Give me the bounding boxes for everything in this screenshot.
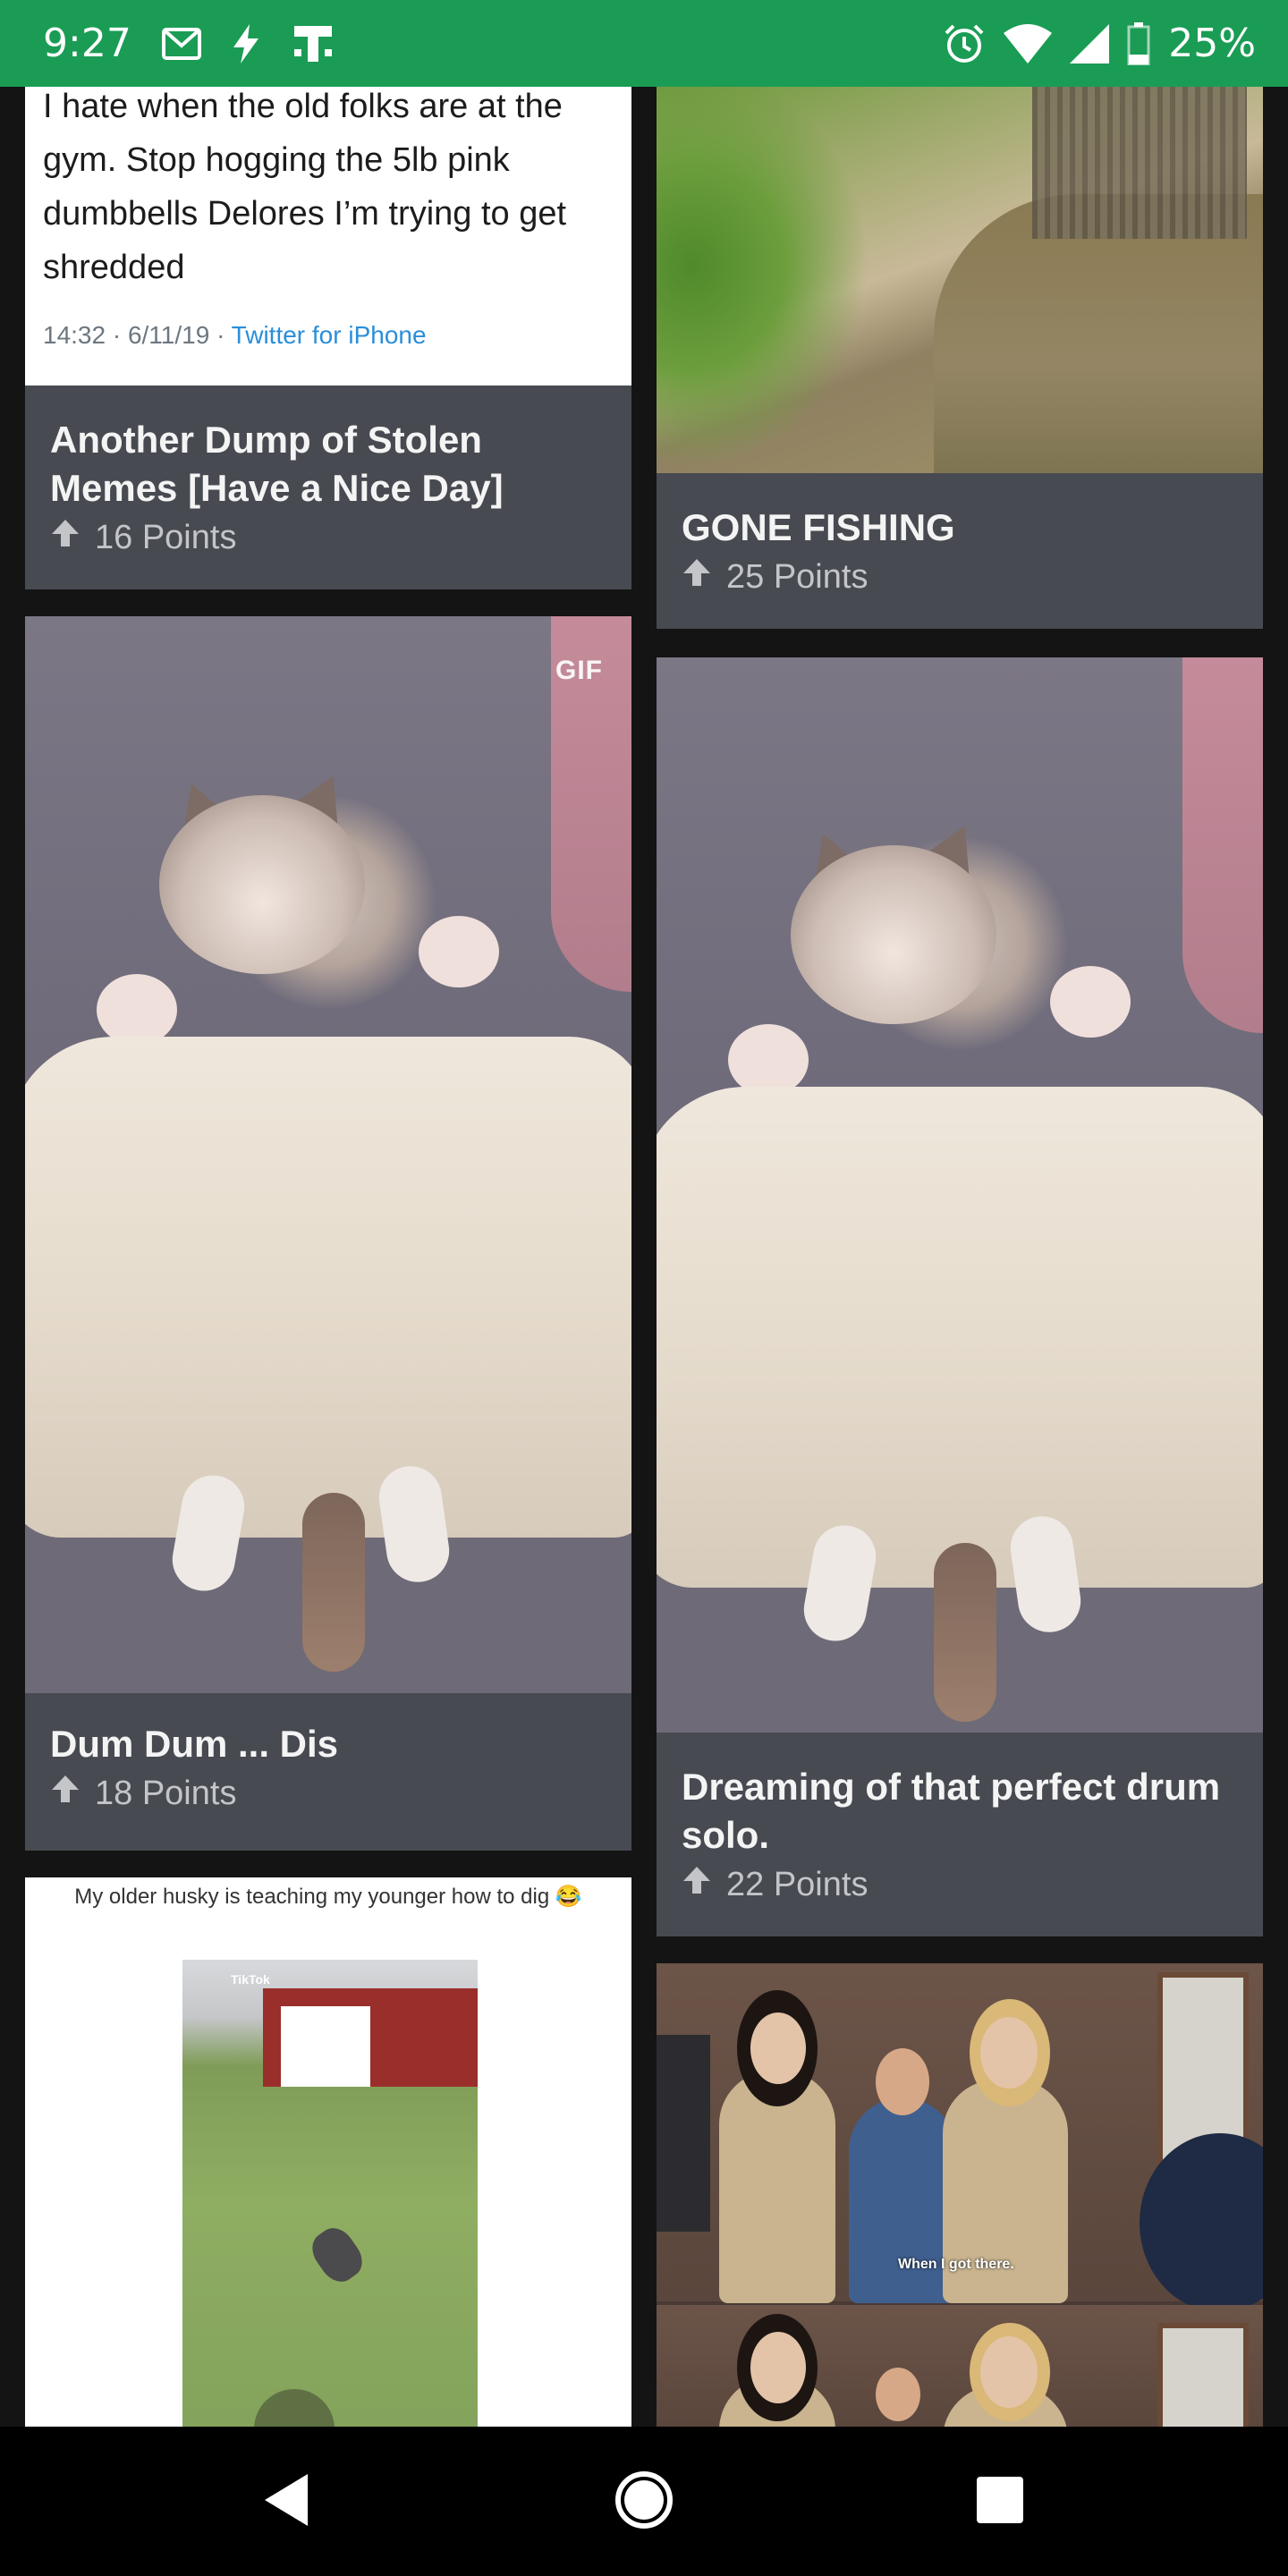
wifi-icon — [1004, 23, 1053, 64]
post-title[interactable]: Another Dump of Stolen Memes [Have a Nic… — [50, 416, 606, 513]
comic-panel-2 — [657, 2305, 1263, 2427]
post-image-gif[interactable]: GIF — [25, 616, 631, 1693]
kitten-paw — [728, 1024, 809, 1096]
monitor — [657, 2035, 710, 2232]
post-meta: Dreaming of that perfect drum solo. 22 P… — [657, 1733, 1263, 1936]
post-meta: GONE FISHING 25 Points — [657, 473, 1263, 629]
tweet-source: Twitter for iPhone — [231, 321, 427, 349]
upvote-arrow-icon[interactable] — [50, 1774, 80, 1813]
tweet-timestamp: 14:32 · 6/11/19 · — [43, 321, 232, 349]
bolt-icon — [232, 23, 260, 64]
recents-button[interactable] — [964, 2466, 1036, 2538]
husky-caption: My older husky is teaching my younger ho… — [74, 1885, 582, 1909]
post-card[interactable]: I hate when the old folks are at the gym… — [25, 87, 631, 589]
post-feed[interactable]: I hate when the old folks are at the gym… — [0, 87, 1288, 2427]
husky-dog — [304, 2221, 370, 2289]
post-image[interactable] — [657, 87, 1263, 473]
back-button[interactable] — [250, 2466, 322, 2538]
post-card[interactable]: When I got there. — [657, 1963, 1263, 2427]
post-card[interactable]: Dreaming of that perfect drum solo. 22 P… — [657, 657, 1263, 1936]
tweet-screenshot: I hate when the old folks are at the gym… — [25, 87, 631, 386]
post-image[interactable]: My older husky is teaching my younger ho… — [25, 1877, 631, 2427]
tiktok-watermark: TikTok — [231, 1972, 270, 1987]
grass — [657, 87, 943, 473]
comic-panel-1: When I got there. — [657, 1963, 1263, 2312]
head — [876, 2368, 920, 2421]
pink-pillow — [1182, 657, 1263, 1033]
system-nav-bar — [0, 2427, 1288, 2576]
dog-shadow — [254, 2389, 335, 2427]
kitten-paw — [419, 916, 499, 987]
kitten-tail — [934, 1543, 996, 1722]
post-title[interactable]: Dum Dum ... Dis — [50, 1720, 606, 1768]
tweet-meta: 14:32 · 6/11/19 · Twitter for iPhone — [43, 321, 427, 350]
points-count: 22 Points — [726, 1865, 869, 1903]
post-points: 25 Points — [682, 557, 1238, 597]
post-title[interactable]: Dreaming of that perfect drum solo. — [682, 1763, 1238, 1860]
blanket — [25, 1037, 631, 1538]
battery-icon — [1127, 21, 1150, 65]
gif-badge: GIF — [555, 656, 603, 685]
gmail-icon — [161, 27, 201, 60]
post-card[interactable]: GIF Dum Dum ... Dis 18 Points — [25, 616, 631, 1851]
head — [980, 2017, 1038, 2089]
blanket — [657, 1087, 1263, 1588]
post-image[interactable]: When I got there. — [657, 1963, 1263, 2427]
post-meta: Another Dump of Stolen Memes [Have a Nic… — [25, 386, 631, 589]
kitten-paw — [97, 974, 177, 1046]
head — [750, 2012, 806, 2084]
fish-trap — [1032, 87, 1247, 239]
upvote-arrow-icon[interactable] — [50, 518, 80, 557]
home-button[interactable] — [608, 2466, 680, 2538]
post-title[interactable]: GONE FISHING — [682, 504, 1238, 552]
points-count: 16 Points — [95, 518, 237, 556]
subtitle: When I got there. — [898, 2257, 1014, 2272]
status-time: 9:27 — [43, 21, 131, 66]
post-card[interactable]: My older husky is teaching my younger ho… — [25, 1877, 631, 2427]
alarm-icon — [943, 22, 986, 65]
tweet-text: I hate when the old folks are at the gym… — [43, 88, 567, 286]
upvote-arrow-icon[interactable] — [682, 1865, 712, 1904]
kitten-tail — [302, 1493, 365, 1672]
post-points: 16 Points — [50, 518, 606, 557]
post-meta: Dum Dum ... Dis 18 Points — [25, 1693, 631, 1851]
kitten-paw — [1050, 966, 1131, 1038]
recents-icon — [975, 2475, 1025, 2529]
signal-icon — [1070, 23, 1110, 64]
kitten-face — [159, 795, 365, 974]
head — [876, 2048, 929, 2115]
head — [750, 2332, 806, 2403]
red-barn — [263, 1988, 478, 2087]
back-icon — [261, 2472, 311, 2532]
husky-video: TikTok — [182, 1960, 478, 2427]
battery-percent: 25% — [1168, 21, 1256, 66]
post-image[interactable] — [657, 657, 1263, 1733]
tmobile-icon — [291, 22, 335, 65]
post-points: 18 Points — [50, 1774, 606, 1813]
post-card[interactable]: GONE FISHING 25 Points — [657, 87, 1263, 629]
home-icon — [614, 2470, 674, 2535]
points-count: 25 Points — [726, 557, 869, 596]
barn-door — [281, 2006, 370, 2087]
post-points: 22 Points — [682, 1865, 1238, 1904]
upvote-arrow-icon[interactable] — [682, 557, 712, 597]
points-count: 18 Points — [95, 1774, 237, 1812]
head — [980, 2336, 1038, 2408]
kitten-face — [791, 845, 996, 1024]
window — [1157, 2323, 1249, 2427]
status-bar: 9:27 25% — [0, 0, 1288, 87]
